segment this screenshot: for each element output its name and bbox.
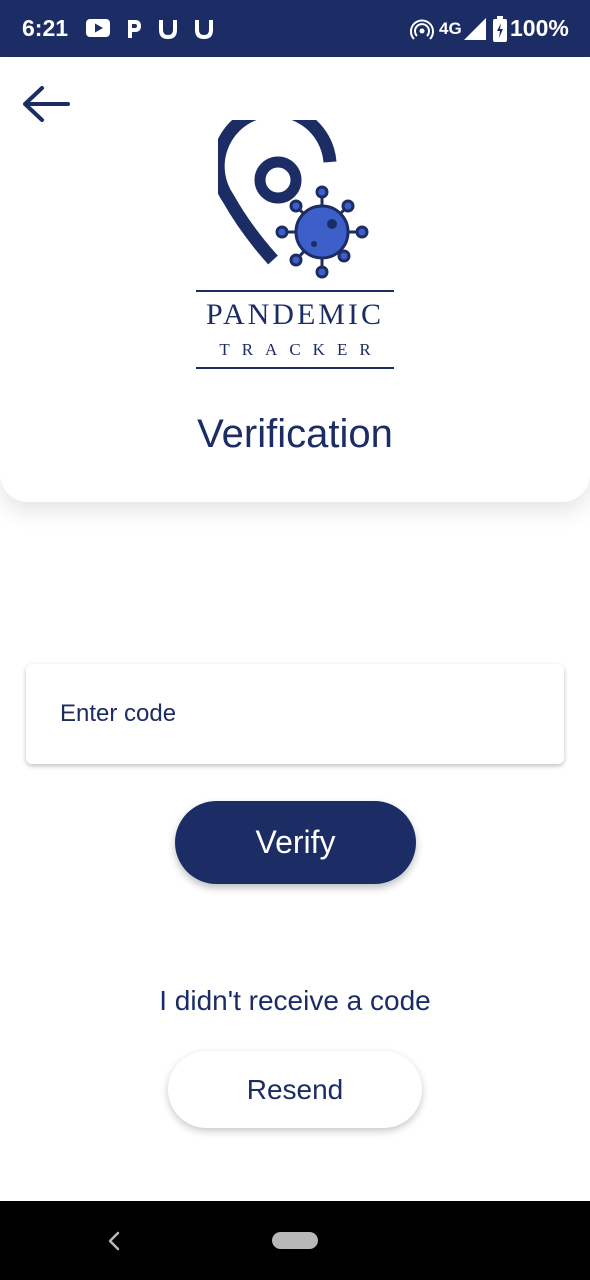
status-time: 6:21 (22, 15, 69, 41)
code-input[interactable] (26, 664, 564, 764)
brand-rule-bottom (196, 367, 394, 369)
brand-subtitle: TRACKER (219, 340, 383, 359)
page-title: Verification (197, 412, 393, 456)
p-app-icon (128, 20, 141, 38)
no-code-text: I didn't receive a code (159, 985, 431, 1016)
network-type: 4G (439, 19, 462, 38)
signal-icon (464, 18, 486, 40)
youtube-icon (86, 19, 110, 37)
battery-level: 100% (510, 15, 569, 41)
nav-home-pill[interactable] (272, 1232, 318, 1249)
brand-name: PANDEMIC (206, 298, 384, 331)
virus-icon (275, 185, 369, 279)
pandemic-tracker-logo (218, 120, 369, 279)
u-app-icon (159, 20, 177, 40)
resend-button[interactable]: Resend (168, 1051, 422, 1128)
arrow-left-icon[interactable] (20, 84, 72, 124)
battery-charging-icon (493, 16, 507, 42)
verify-button[interactable]: Verify (175, 801, 416, 884)
brand-rule-top (196, 290, 394, 292)
nav-back-icon[interactable] (104, 1229, 124, 1253)
hotspot-icon (410, 19, 434, 40)
status-bar: 6:21 4G 100% (0, 0, 590, 57)
notification-icons (86, 19, 213, 40)
u-app-icon (195, 20, 213, 40)
